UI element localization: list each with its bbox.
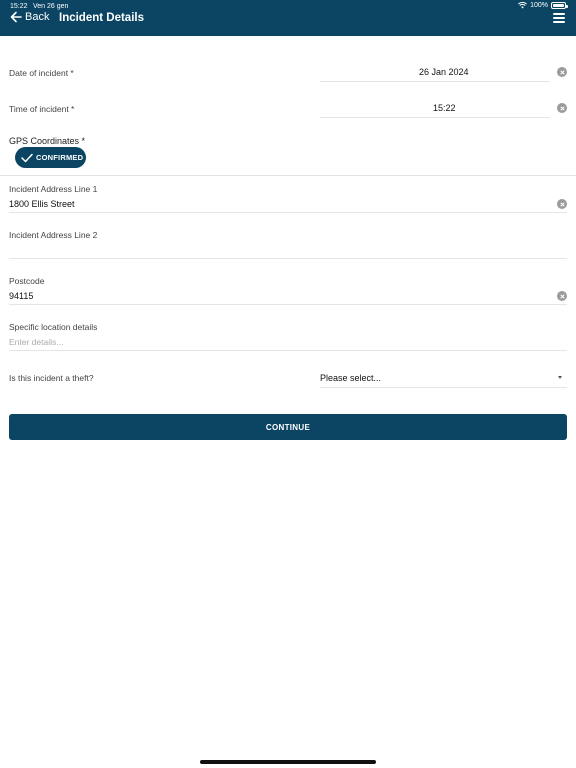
location-label: Specific location details	[9, 322, 98, 332]
address2-label: Incident Address Line 2	[9, 230, 98, 240]
theft-label: Is this incident a theft?	[9, 373, 94, 383]
postcode-underline	[9, 304, 567, 305]
time-value[interactable]: 15:22	[433, 103, 456, 113]
chevron-down-icon[interactable]	[558, 376, 562, 379]
page-title: Incident Details	[59, 12, 144, 24]
time-underline	[320, 117, 550, 118]
battery-icon	[551, 2, 568, 9]
date-label: Date of incident *	[9, 68, 74, 78]
gps-status-label: CONFIRMED	[36, 153, 84, 162]
address1-label: Incident Address Line 1	[9, 184, 98, 194]
address1-underline	[9, 212, 567, 213]
section-divider	[0, 175, 576, 176]
location-details-input[interactable]	[9, 336, 567, 348]
back-button[interactable]: Back	[10, 11, 49, 23]
theft-underline	[320, 387, 567, 388]
address1-clear-icon[interactable]	[557, 199, 567, 209]
arrow-left-icon	[10, 11, 22, 23]
address2-field[interactable]	[9, 245, 549, 257]
gps-label: GPS Coordinates *	[9, 136, 86, 146]
theft-select[interactable]: Please select...	[320, 373, 381, 383]
back-label: Back	[25, 11, 50, 23]
time-label: Time of incident *	[9, 104, 75, 114]
postcode-field[interactable]: 94115	[9, 291, 33, 301]
date-clear-icon[interactable]	[557, 67, 567, 77]
date-underline	[320, 81, 550, 82]
status-time: 15:22	[10, 3, 28, 10]
postcode-label: Postcode	[9, 276, 45, 286]
address2-underline	[9, 258, 567, 259]
home-indicator[interactable]	[200, 760, 376, 764]
gps-confirmed-button[interactable]: CONFIRMED	[15, 147, 86, 168]
menu-icon[interactable]	[553, 13, 565, 23]
status-bar: 15:22 Ven 26 gen 100%	[0, 2, 576, 12]
continue-button[interactable]: CONTINUE	[9, 414, 567, 440]
date-value[interactable]: 26 Jan 2024	[419, 67, 469, 77]
wifi-icon	[518, 2, 528, 9]
app-header: 15:22 Ven 26 gen 100% Back Incident Deta…	[0, 0, 576, 36]
time-clear-icon[interactable]	[557, 103, 567, 113]
check-icon	[21, 153, 33, 162]
postcode-clear-icon[interactable]	[557, 291, 567, 301]
address1-field[interactable]: 1800 Ellis Street	[9, 199, 75, 209]
location-underline	[9, 350, 567, 351]
battery-percent: 100%	[530, 2, 548, 9]
status-indicators: 100%	[518, 2, 568, 9]
status-date: Ven 26 gen	[33, 3, 69, 10]
